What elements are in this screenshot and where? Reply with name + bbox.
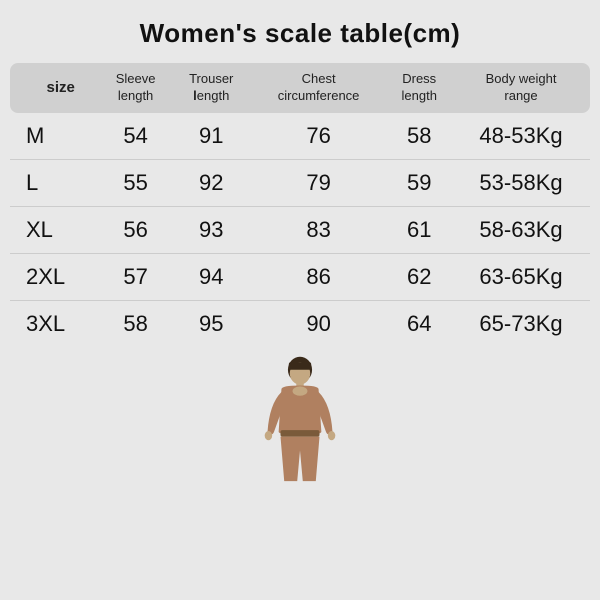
cell-value: 53-58Kg [452, 159, 590, 206]
header-trouser: Trouserlength [172, 63, 251, 113]
cell-value: 83 [251, 206, 387, 253]
table-header-row: size Sleevelength Trouserlength Chestcir… [10, 63, 590, 113]
cell-value: 61 [386, 206, 452, 253]
cell-value: 95 [172, 300, 251, 347]
cell-size: XL [10, 206, 99, 253]
cell-value: 79 [251, 159, 387, 206]
cell-value: 57 [99, 253, 171, 300]
cell-value: 59 [386, 159, 452, 206]
header-dress: Dresslength [386, 63, 452, 113]
cell-size: 3XL [10, 300, 99, 347]
cell-value: 90 [251, 300, 387, 347]
cell-value: 76 [251, 113, 387, 160]
cell-value: 63-65Kg [452, 253, 590, 300]
cell-value: 58-63Kg [452, 206, 590, 253]
cell-value: 92 [172, 159, 251, 206]
table-row: M5491765848-53Kg [10, 113, 590, 160]
cell-value: 65-73Kg [452, 300, 590, 347]
table-row: 3XL5895906465-73Kg [10, 300, 590, 347]
cell-value: 55 [99, 159, 171, 206]
scale-table-wrapper: size Sleevelength Trouserlength Chestcir… [10, 63, 590, 347]
table-row: 2XL5794866263-65Kg [10, 253, 590, 300]
cell-value: 54 [99, 113, 171, 160]
cell-size: 2XL [10, 253, 99, 300]
person-figure [245, 353, 355, 483]
cell-value: 58 [386, 113, 452, 160]
cell-value: 91 [172, 113, 251, 160]
cell-size: L [10, 159, 99, 206]
main-container: Women's scale table(cm) size Sleevelengt… [0, 0, 600, 600]
scale-table: size Sleevelength Trouserlength Chestcir… [10, 63, 590, 347]
header-chest: Chestcircumference [251, 63, 387, 113]
header-size: size [10, 63, 99, 113]
header-sleeve: Sleevelength [99, 63, 171, 113]
cell-value: 64 [386, 300, 452, 347]
table-row: L5592795953-58Kg [10, 159, 590, 206]
cell-value: 58 [99, 300, 171, 347]
cell-value: 56 [99, 206, 171, 253]
cell-value: 93 [172, 206, 251, 253]
page-title: Women's scale table(cm) [140, 18, 461, 49]
cell-size: M [10, 113, 99, 160]
cell-value: 94 [172, 253, 251, 300]
cell-value: 62 [386, 253, 452, 300]
cell-value: 48-53Kg [452, 113, 590, 160]
figure-area [10, 353, 590, 483]
header-weight: Body weightrange [452, 63, 590, 113]
table-row: XL5693836158-63Kg [10, 206, 590, 253]
cell-value: 86 [251, 253, 387, 300]
